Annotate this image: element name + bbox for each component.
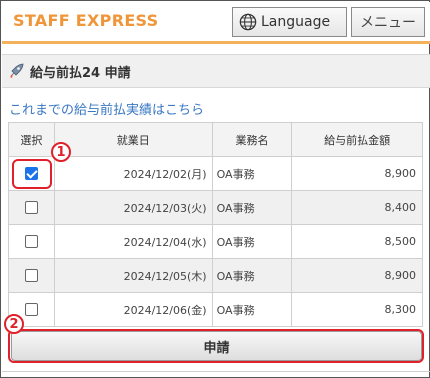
column-header-amount: 給与前払金額 [291,122,423,157]
history-link[interactable]: これまでの給与前払実績はこちら [9,99,204,118]
date-cell: 2024/12/05(木) [53,258,213,293]
job-cell: OA事務 [211,190,293,225]
date-cell: 2024/12/03(火) [53,190,213,225]
menu-button[interactable]: メニュー [351,7,425,37]
select-checkbox[interactable] [24,201,38,215]
date-cell: 2024/12/04(水) [53,224,213,259]
app-frame: STAFF EXPRESS Language メニュー 給与前払24 申請 これ… [0,0,430,378]
globe-icon [239,13,257,31]
annotation-badge-1: 1 [51,142,71,162]
annotation-badge-2: 2 [4,314,24,334]
select-checkbox[interactable] [24,269,38,283]
header: STAFF EXPRESS Language メニュー [2,2,430,44]
table-row: 2024/12/06(金) OA事務 8,300 [8,292,423,327]
job-cell: OA事務 [211,292,293,327]
language-label: Language [261,14,331,30]
table-row: 2024/12/04(水) OA事務 8,500 [8,224,423,259]
table-row: 2024/12/03(火) OA事務 8,400 [8,190,423,225]
rocket-icon [10,63,24,78]
amount-cell: 8,300 [291,292,423,327]
job-cell: OA事務 [211,156,293,191]
job-cell: OA事務 [211,258,293,293]
section-title-bar: 給与前払24 申請 [2,54,430,88]
date-cell: 2024/12/02(月) [53,156,213,191]
job-cell: OA事務 [211,224,293,259]
amount-cell: 8,900 [291,156,423,191]
divider [2,371,430,372]
amount-cell: 8,900 [291,258,423,293]
date-cell: 2024/12/06(金) [53,292,213,327]
column-header-select: 選択 [8,122,55,157]
logo: STAFF EXPRESS [13,11,159,30]
highlight-submit-annotation [8,329,424,363]
page-title: 給与前払24 申請 [30,65,131,81]
select-checkbox[interactable] [24,303,38,317]
table-row: 2024/12/02(月) OA事務 8,900 [8,156,423,191]
table-row: 2024/12/05(木) OA事務 8,900 [8,258,423,293]
amount-cell: 8,500 [291,224,423,259]
column-header-date: 就業日 [53,122,213,157]
language-button[interactable]: Language [232,7,347,37]
amount-cell: 8,400 [291,190,423,225]
highlight-checkbox-annotation [12,159,52,189]
select-checkbox[interactable] [24,235,38,249]
column-header-job: 業務名 [211,122,293,157]
